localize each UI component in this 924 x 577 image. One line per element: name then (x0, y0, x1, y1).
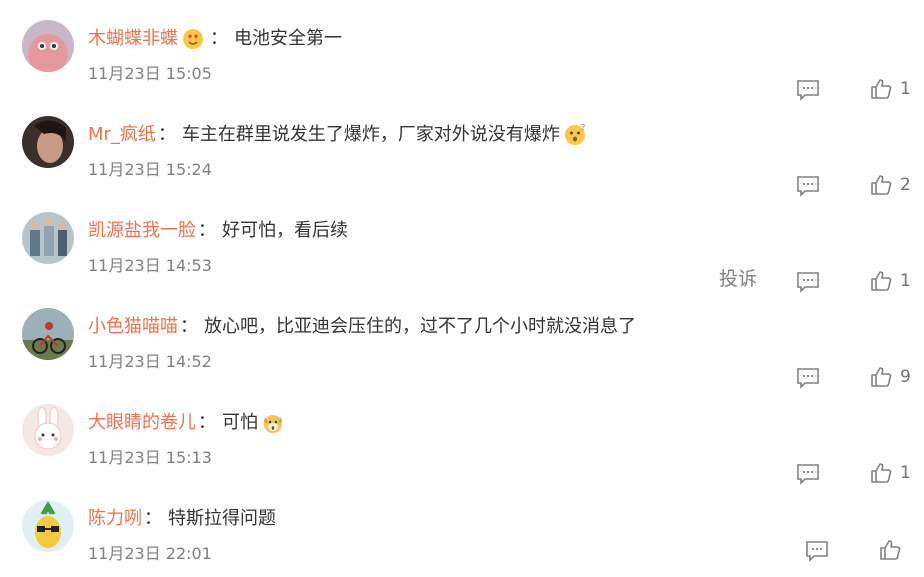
separator: ： (144, 508, 162, 529)
like-button[interactable]: 9 (870, 365, 911, 389)
like-count: 2 (900, 175, 911, 195)
username[interactable]: 木蝴蝶非蝶 (88, 27, 178, 51)
avatar[interactable] (22, 404, 74, 456)
comment-item: Mr_疯纸 ： 车主在群里说发生了爆炸，厂家对外说没有爆炸 ? 11月23日 1… (0, 116, 924, 212)
separator: ： (157, 124, 176, 145)
avatar[interactable] (22, 500, 74, 552)
timestamp: 11月23日 14:53 (88, 256, 212, 275)
like-button[interactable]: 2 (870, 173, 911, 197)
comment-item: 木蝴蝶非蝶 ： 电池安全第一 11月23日 15:05 1 (0, 20, 924, 116)
svg-text:?: ? (581, 123, 585, 132)
heart-eyes-emoji-icon (181, 27, 205, 51)
thumbs-up-icon (880, 540, 901, 560)
comment-text: 车主在群里说发生了爆炸，厂家对外说没有爆炸 (181, 124, 560, 145)
comment-item: 大眼睛的卷儿 ： 可怕 11月23日 15:13 1 (0, 404, 924, 500)
comment-item: 陈力咧 ： 特斯拉得问题 11月23日 22:01 (0, 500, 924, 577)
comment-item: 凯源盐我一脸 ： 好可怕，看后续 11月23日 14:53 投诉 1 (0, 212, 924, 308)
reply-icon[interactable] (805, 540, 829, 562)
thinking-face-emoji-icon: ? (563, 123, 587, 147)
thumbs-up-icon (871, 175, 892, 195)
scared-dog-emoji-icon (261, 411, 285, 435)
avatar[interactable] (22, 20, 74, 72)
timestamp: 11月23日 15:05 (88, 64, 212, 83)
separator: ： (180, 316, 198, 337)
like-count: 1 (900, 463, 911, 483)
separator: ： (198, 220, 216, 241)
thumbs-up-icon (871, 271, 892, 291)
username[interactable]: Mr_疯纸 (88, 123, 156, 147)
thumbs-up-icon (871, 79, 892, 99)
like-count: 1 (900, 271, 911, 291)
timestamp: 11月23日 22:01 (88, 544, 212, 563)
comment-text: 放心吧，比亚迪会压住的，过不了几个小时就没消息了 (204, 316, 636, 337)
timestamp: 11月23日 15:24 (88, 160, 212, 179)
reply-icon[interactable] (796, 79, 820, 101)
separator: ： (210, 28, 228, 49)
like-button[interactable]: 1 (870, 461, 911, 485)
timestamp: 11月23日 15:13 (88, 448, 212, 467)
thumbs-up-icon (871, 367, 892, 387)
reply-icon[interactable] (796, 271, 820, 293)
username[interactable]: 凯源盐我一脸 (88, 219, 196, 243)
username[interactable]: 小色猫喵喵 (88, 315, 178, 339)
separator: ： (198, 412, 216, 433)
comment-list: 木蝴蝶非蝶 ： 电池安全第一 11月23日 15:05 1 Mr_疯纸 ： 车主… (0, 0, 924, 577)
thumbs-up-icon (871, 463, 892, 483)
reply-icon[interactable] (796, 367, 820, 389)
reply-icon[interactable] (796, 175, 820, 197)
comment-text: 好可怕，看后续 (222, 220, 348, 241)
username[interactable]: 陈力咧 (88, 507, 142, 531)
username[interactable]: 大眼睛的卷儿 (88, 411, 196, 435)
like-button[interactable]: 1 (870, 269, 911, 293)
avatar[interactable] (22, 116, 74, 168)
timestamp: 11月23日 14:52 (88, 352, 212, 371)
comment-text: 电池安全第一 (234, 28, 342, 49)
reply-icon[interactable] (796, 463, 820, 485)
comment-text: 可怕 (222, 412, 258, 433)
comment-text: 特斯拉得问题 (168, 508, 276, 529)
like-button[interactable] (879, 538, 909, 562)
like-button[interactable]: 1 (870, 77, 911, 101)
report-button[interactable]: 投诉 (719, 264, 757, 291)
comment-item: 小色猫喵喵 ： 放心吧，比亚迪会压住的，过不了几个小时就没消息了 11月23日 … (0, 308, 924, 404)
avatar[interactable] (22, 308, 74, 360)
like-count: 1 (900, 79, 911, 99)
like-count: 9 (900, 367, 911, 387)
avatar[interactable] (22, 212, 74, 264)
